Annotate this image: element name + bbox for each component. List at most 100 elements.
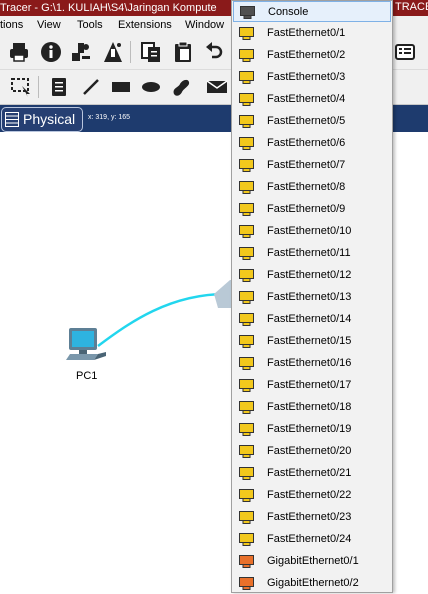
console-port-icon bbox=[240, 6, 255, 19]
fastethernet-port-icon bbox=[239, 379, 254, 392]
port-menu-item-label: FastEthernet0/11 bbox=[267, 247, 351, 259]
fastethernet-port-icon bbox=[239, 181, 254, 194]
fastethernet-port-icon bbox=[239, 93, 254, 106]
pc-icon[interactable] bbox=[64, 326, 108, 364]
port-menu-item-label: FastEthernet0/14 bbox=[267, 313, 352, 325]
select-icon[interactable] bbox=[10, 76, 32, 98]
menu-view[interactable]: View bbox=[37, 16, 61, 35]
port-menu-item[interactable]: FastEthernet0/6 bbox=[233, 133, 391, 154]
port-menu-item[interactable]: GigabitEthernet0/1 bbox=[233, 551, 391, 572]
port-menu-item[interactable]: FastEthernet0/16 bbox=[233, 353, 391, 374]
title-bar-right: TRACER bbox=[393, 0, 428, 16]
custom-device-wizard-icon[interactable] bbox=[102, 41, 124, 63]
port-menu-item[interactable]: FastEthernet0/24 bbox=[233, 529, 391, 550]
port-menu-item-label: FastEthernet0/23 bbox=[267, 511, 352, 523]
fastethernet-port-icon bbox=[239, 401, 254, 414]
toolbar-separator bbox=[38, 76, 39, 98]
port-menu-item[interactable]: FastEthernet0/14 bbox=[233, 309, 391, 330]
port-menu-item-label: FastEthernet0/12 bbox=[267, 269, 352, 281]
port-menu-item-label: FastEthernet0/16 bbox=[267, 357, 352, 369]
port-menu-item-label: FastEthernet0/10 bbox=[267, 225, 352, 237]
fastethernet-port-icon bbox=[239, 291, 254, 304]
info-icon[interactable] bbox=[40, 41, 62, 63]
window-title-right: TRACER bbox=[395, 1, 428, 13]
port-menu-item-label: GigabitEthernet0/1 bbox=[267, 555, 359, 567]
menu-extensions[interactable]: Extensions bbox=[118, 16, 172, 35]
port-menu-item-label: FastEthernet0/3 bbox=[267, 71, 346, 83]
fastethernet-port-icon bbox=[239, 511, 254, 524]
menu-tools[interactable]: Tools bbox=[77, 16, 103, 35]
port-menu-item-label: FastEthernet0/15 bbox=[267, 335, 352, 347]
port-menu-item[interactable]: FastEthernet0/5 bbox=[233, 111, 391, 132]
port-menu-item[interactable]: FastEthernet0/22 bbox=[233, 485, 391, 506]
copy-icon[interactable] bbox=[140, 41, 162, 63]
draw-line-icon[interactable] bbox=[80, 76, 102, 98]
fastethernet-port-icon bbox=[239, 357, 254, 370]
fastethernet-port-icon bbox=[239, 489, 254, 502]
fastethernet-port-icon bbox=[239, 467, 254, 480]
physical-icon bbox=[5, 112, 19, 127]
port-menu-item[interactable]: FastEthernet0/4 bbox=[233, 89, 391, 110]
port-menu-item[interactable]: FastEthernet0/2 bbox=[233, 45, 391, 66]
port-menu-item[interactable]: FastEthernet0/23 bbox=[233, 507, 391, 528]
port-menu-item[interactable]: FastEthernet0/12 bbox=[233, 265, 391, 286]
port-menu-item[interactable]: FastEthernet0/1 bbox=[233, 23, 391, 44]
port-menu-item[interactable]: FastEthernet0/9 bbox=[233, 199, 391, 220]
port-menu-item-label: FastEthernet0/6 bbox=[267, 137, 346, 149]
palette-icon[interactable] bbox=[394, 41, 416, 63]
freeform-icon[interactable] bbox=[170, 76, 192, 98]
port-menu-item[interactable]: FastEthernet0/10 bbox=[233, 221, 391, 242]
port-menu-item[interactable]: FastEthernet0/8 bbox=[233, 177, 391, 198]
port-menu-item[interactable]: GigabitEthernet0/2 bbox=[233, 573, 391, 594]
port-menu-item-label: FastEthernet0/7 bbox=[267, 159, 346, 171]
fastethernet-port-icon bbox=[239, 71, 254, 84]
fastethernet-port-icon bbox=[239, 445, 254, 458]
port-menu-item-label: FastEthernet0/5 bbox=[267, 115, 346, 127]
pc-label: PC1 bbox=[76, 370, 98, 382]
menu-options[interactable]: tions bbox=[0, 16, 23, 35]
print-icon[interactable] bbox=[8, 41, 30, 63]
port-menu-item[interactable]: FastEthernet0/18 bbox=[233, 397, 391, 418]
undo-icon[interactable] bbox=[203, 41, 225, 63]
note-icon[interactable] bbox=[48, 76, 70, 98]
port-menu-item-label: FastEthernet0/2 bbox=[267, 49, 346, 61]
fastethernet-port-icon bbox=[239, 335, 254, 348]
port-menu-item-label: FastEthernet0/17 bbox=[267, 379, 352, 391]
port-menu-item-label: FastEthernet0/18 bbox=[267, 401, 352, 413]
port-menu-item-label: FastEthernet0/4 bbox=[267, 93, 346, 105]
port-menu-item[interactable]: FastEthernet0/19 bbox=[233, 419, 391, 440]
port-menu-item-label: FastEthernet0/1 bbox=[267, 27, 346, 39]
fastethernet-port-icon bbox=[239, 247, 254, 260]
port-menu-item[interactable]: FastEthernet0/17 bbox=[233, 375, 391, 396]
port-menu-item-label: FastEthernet0/21 bbox=[267, 467, 352, 479]
port-menu-item-label: FastEthernet0/19 bbox=[267, 423, 352, 435]
paste-icon[interactable] bbox=[172, 41, 194, 63]
fastethernet-port-icon bbox=[239, 27, 254, 40]
port-menu-item[interactable]: FastEthernet0/20 bbox=[233, 441, 391, 462]
port-selection-menu: Console FastEthernet0/1 FastEthernet0/2 Fas… bbox=[231, 0, 393, 593]
port-menu-item-label: FastEthernet0/24 bbox=[267, 533, 352, 545]
port-menu-item-label: FastEthernet0/9 bbox=[267, 203, 346, 215]
port-menu-item[interactable]: FastEthernet0/3 bbox=[233, 67, 391, 88]
fastethernet-port-icon bbox=[239, 225, 254, 238]
port-menu-item[interactable]: FastEthernet0/11 bbox=[233, 243, 391, 264]
fastethernet-port-icon bbox=[239, 313, 254, 326]
draw-ellipse-icon[interactable] bbox=[140, 76, 162, 98]
port-menu-item[interactable]: FastEthernet0/7 bbox=[233, 155, 391, 176]
draw-rectangle-icon[interactable] bbox=[110, 76, 132, 98]
port-menu-item[interactable]: FastEthernet0/13 bbox=[233, 287, 391, 308]
fastethernet-port-icon bbox=[239, 159, 254, 172]
port-menu-item[interactable]: Console bbox=[233, 1, 391, 22]
port-menu-item-label: FastEthernet0/8 bbox=[267, 181, 346, 193]
network-information-icon[interactable] bbox=[70, 41, 92, 63]
physical-workspace-button[interactable]: Physical bbox=[1, 107, 83, 132]
cursor-coordinates: x: 319, y: 165 bbox=[88, 114, 131, 121]
port-menu-item-label: FastEthernet0/13 bbox=[267, 291, 352, 303]
gigabit-port-icon bbox=[239, 555, 254, 568]
port-menu-item[interactable]: FastEthernet0/15 bbox=[233, 331, 391, 352]
menu-window[interactable]: Window bbox=[185, 16, 224, 35]
port-menu-item[interactable]: FastEthernet0/21 bbox=[233, 463, 391, 484]
fastethernet-port-icon bbox=[239, 49, 254, 62]
port-menu-item-label: GigabitEthernet0/2 bbox=[267, 577, 359, 589]
mail-icon[interactable] bbox=[206, 76, 228, 98]
